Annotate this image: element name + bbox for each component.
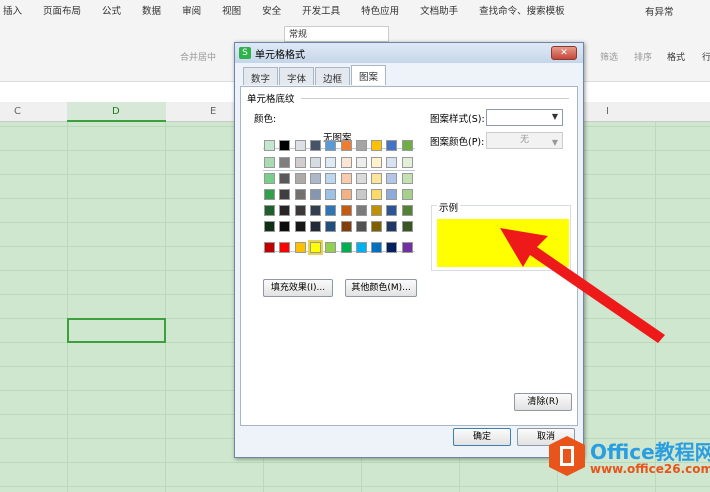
watermark-brand: Office教程网 — [590, 440, 710, 464]
red-arrow-annotation — [500, 228, 665, 343]
office-logo-icon — [549, 436, 585, 476]
watermark-url: www.office26.com — [590, 462, 710, 476]
